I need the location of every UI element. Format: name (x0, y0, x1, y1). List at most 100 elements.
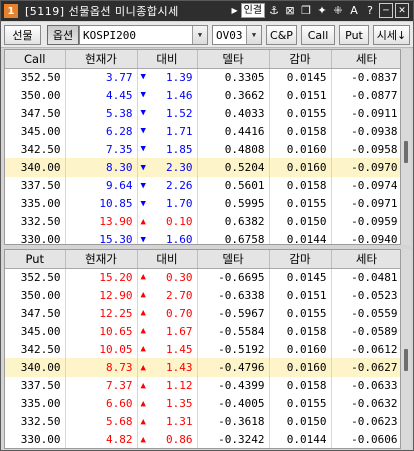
strike-cell: 342.50 (5, 140, 66, 159)
table-row[interactable]: 332.50 13.90 ▲ 0.10 0.6382 0.0150 -0.0959 (5, 212, 400, 231)
minimize-icon[interactable]: ─ (379, 3, 393, 18)
grid-icon[interactable]: ⁜ (331, 3, 345, 18)
delta-cell: 0.4808 (197, 140, 270, 159)
close-icon[interactable]: ✕ (395, 3, 409, 18)
futures-button[interactable]: 선물 (4, 25, 41, 45)
window-number-badge: 1 (4, 4, 18, 18)
theta-cell: -0.0971 (331, 194, 400, 213)
copy-window-icon[interactable]: ❐ (299, 3, 313, 18)
call-table-scrollbar[interactable] (401, 49, 411, 245)
font-size-icon[interactable]: A (347, 3, 361, 18)
table-row[interactable]: 340.00 8.73 ▲ 1.43 -0.4796 0.0160 -0.0627 (5, 358, 400, 377)
table-row[interactable]: 352.50 3.77 ▼ 1.39 0.3305 0.0145 -0.0837 (5, 68, 400, 87)
table-row[interactable]: 332.50 5.68 ▲ 1.31 -0.3618 0.0150 -0.0623 (5, 412, 400, 431)
price-cell: 15.20 (65, 268, 138, 287)
up-triangle-icon: ▲ (140, 434, 146, 445)
settings-icon[interactable]: ✦ (315, 3, 329, 18)
put-button[interactable]: Put (339, 25, 369, 45)
underlying-select[interactable]: KOSPI200 ▼ (79, 25, 208, 45)
options-button[interactable]: 옵션 (47, 25, 79, 45)
put-table-scrollbar[interactable] (401, 249, 411, 449)
table-row[interactable]: 345.00 10.65 ▲ 1.67 -0.5584 0.0158 -0.0589 (5, 322, 400, 341)
gamma-cell: 0.0155 (269, 194, 332, 213)
price-cell: 10.65 (65, 322, 138, 341)
strike-cell: 352.50 (5, 68, 66, 87)
call-button[interactable]: Call (301, 25, 335, 45)
col-header-strike[interactable]: Call (5, 50, 66, 69)
table-row[interactable]: 350.00 12.90 ▲ 2.70 -0.6338 0.0151 -0.0523 (5, 286, 400, 305)
table-row[interactable]: 342.50 10.05 ▲ 1.45 -0.5192 0.0160 -0.0612 (5, 340, 400, 359)
col-header-price[interactable]: 현재가 (65, 50, 138, 69)
strike-cell: 332.50 (5, 412, 66, 431)
up-triangle-icon: ▲ (140, 398, 146, 409)
gamma-cell: 0.0160 (269, 140, 332, 159)
strike-cell: 340.00 (5, 358, 66, 377)
scroll-thumb[interactable] (404, 141, 408, 163)
link-button[interactable]: 인결 (240, 3, 265, 18)
delta-cell: 0.4416 (197, 122, 270, 141)
change-cell: ▼ 1.71 (137, 122, 198, 141)
change-value: 1.70 (166, 197, 193, 211)
table-row[interactable]: 345.00 6.28 ▼ 1.71 0.4416 0.0158 -0.0938 (5, 122, 400, 141)
expiry-select[interactable]: OV03 ▼ (212, 25, 262, 45)
price-cell: 8.30 (65, 158, 138, 177)
down-triangle-icon: ▼ (140, 144, 146, 155)
price-cell: 3.77 (65, 68, 138, 87)
down-triangle-icon: ▼ (140, 198, 146, 209)
scroll-thumb[interactable] (404, 349, 408, 371)
change-value: 2.26 (166, 179, 193, 193)
col-header-strike[interactable]: Put (5, 250, 66, 269)
delta-cell: -0.3618 (197, 412, 270, 431)
delta-cell: 0.3305 (197, 68, 270, 87)
help-icon[interactable]: ? (363, 3, 377, 18)
delta-cell: -0.5584 (197, 322, 270, 341)
strike-cell: 337.50 (5, 176, 66, 195)
col-header-theta[interactable]: 세타 (331, 250, 400, 269)
gamma-cell: 0.0158 (269, 176, 332, 195)
pin-icon[interactable]: ⚓ (267, 3, 281, 18)
quote-button[interactable]: 시세↓ (373, 25, 410, 45)
col-header-change[interactable]: 대비 (137, 50, 198, 69)
col-header-delta[interactable]: 델타 (197, 50, 270, 69)
strike-cell: 332.50 (5, 212, 66, 231)
table-row[interactable]: 337.50 7.37 ▲ 1.12 -0.4399 0.0158 -0.0633 (5, 376, 400, 395)
table-row[interactable]: 335.00 10.85 ▼ 1.70 0.5995 0.0155 -0.0971 (5, 194, 400, 213)
table-row[interactable]: 347.50 5.38 ▼ 1.52 0.4033 0.0155 -0.0911 (5, 104, 400, 123)
col-header-theta[interactable]: 세타 (331, 50, 400, 69)
table-row[interactable]: 340.00 8.30 ▼ 2.30 0.5204 0.0160 -0.0970 (5, 158, 400, 177)
gamma-cell: 0.0144 (269, 230, 332, 244)
change-value: 1.52 (166, 106, 193, 120)
call-put-button[interactable]: C&P (266, 25, 297, 45)
theta-cell: -0.0623 (331, 412, 400, 431)
change-cell: ▼ 1.85 (137, 140, 198, 159)
col-header-delta[interactable]: 델타 (197, 250, 270, 269)
change-cell: ▲ 1.67 (137, 322, 198, 341)
table-row[interactable]: 337.50 9.64 ▼ 2.26 0.5601 0.0158 -0.0974 (5, 176, 400, 195)
table-row[interactable]: 330.00 4.82 ▲ 0.86 -0.3242 0.0144 -0.0606 (5, 430, 400, 448)
change-value: 0.10 (166, 215, 193, 229)
table-row[interactable]: 352.50 15.20 ▲ 0.30 -0.6695 0.0145 -0.0481 (5, 268, 400, 287)
col-header-gamma[interactable]: 감마 (269, 250, 332, 269)
table-row[interactable]: 330.00 15.30 ▼ 1.60 0.6758 0.0144 -0.0940 (5, 230, 400, 244)
chevron-down-icon[interactable]: ▼ (192, 26, 207, 44)
delta-cell: -0.4005 (197, 394, 270, 413)
call-table-body: 352.50 3.77 ▼ 1.39 0.3305 0.0145 -0.0837 350.00… (5, 68, 400, 244)
table-row[interactable]: 347.50 12.25 ▲ 0.70 -0.5967 0.0155 -0.0559 (5, 304, 400, 323)
change-value: 1.67 (166, 324, 193, 338)
table-row[interactable]: 342.50 7.35 ▼ 1.85 0.4808 0.0160 -0.0958 (5, 140, 400, 159)
gamma-cell: 0.0155 (269, 304, 332, 323)
col-header-price[interactable]: 현재가 (65, 250, 138, 269)
gamma-cell: 0.0158 (269, 376, 332, 395)
capture-icon[interactable]: ⊠ (283, 3, 297, 18)
table-row[interactable]: 350.00 4.45 ▼ 1.46 0.3662 0.0151 -0.0877 (5, 86, 400, 105)
delta-cell: -0.6695 (197, 268, 270, 287)
col-header-gamma[interactable]: 감마 (269, 50, 332, 69)
up-triangle-icon: ▲ (140, 416, 146, 427)
expiry-value: OV03 (216, 28, 243, 42)
table-row[interactable]: 335.00 6.60 ▲ 1.35 -0.4005 0.0155 -0.0632 (5, 394, 400, 413)
change-cell: ▲ 1.31 (137, 412, 198, 431)
col-header-change[interactable]: 대비 (137, 250, 198, 269)
gamma-cell: 0.0155 (269, 394, 332, 413)
chevron-down-icon[interactable]: ▼ (246, 26, 261, 44)
price-cell: 6.60 (65, 394, 138, 413)
